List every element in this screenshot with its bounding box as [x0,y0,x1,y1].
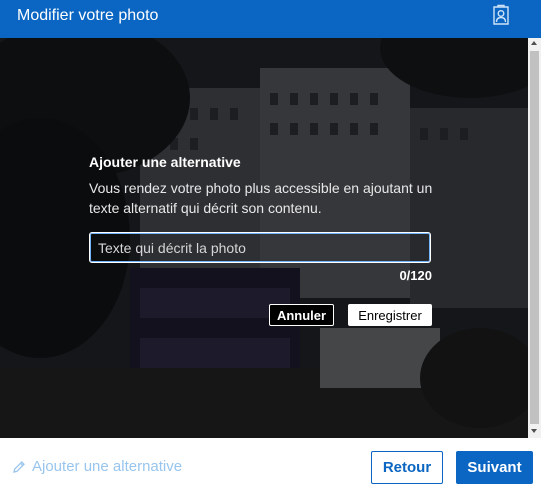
scrollbar-thumb[interactable] [530,51,539,424]
dialog-header: Modifier votre photo [0,0,541,38]
photo-preview: Ajouter une alternative Vous rendez votr… [0,38,528,438]
back-button[interactable]: Retour [371,451,443,484]
save-button[interactable]: Enregistrer [348,304,432,326]
character-counter: 0/120 [399,268,432,283]
alt-text-description: Vous rendez votre photo plus accessible … [89,180,433,216]
dialog-footer: Ajouter une alternative Retour Suivant [0,438,541,489]
person-frame-icon [493,4,509,25]
dialog-title: Modifier votre photo [17,7,159,24]
cancel-button[interactable]: Annuler [269,304,334,326]
pencil-icon [13,461,25,473]
next-button[interactable]: Suivant [456,451,533,484]
scroll-up-arrow-icon[interactable] [531,41,537,45]
add-alt-text-link[interactable]: Ajouter une alternative [12,458,182,476]
scroll-down-arrow-icon[interactable] [531,429,537,433]
alt-text-input[interactable] [89,232,431,263]
vertical-scrollbar[interactable] [528,38,541,438]
add-alt-text-label: Ajouter une alternative [32,458,183,475]
alt-text-title: Ajouter une alternative [89,154,241,170]
